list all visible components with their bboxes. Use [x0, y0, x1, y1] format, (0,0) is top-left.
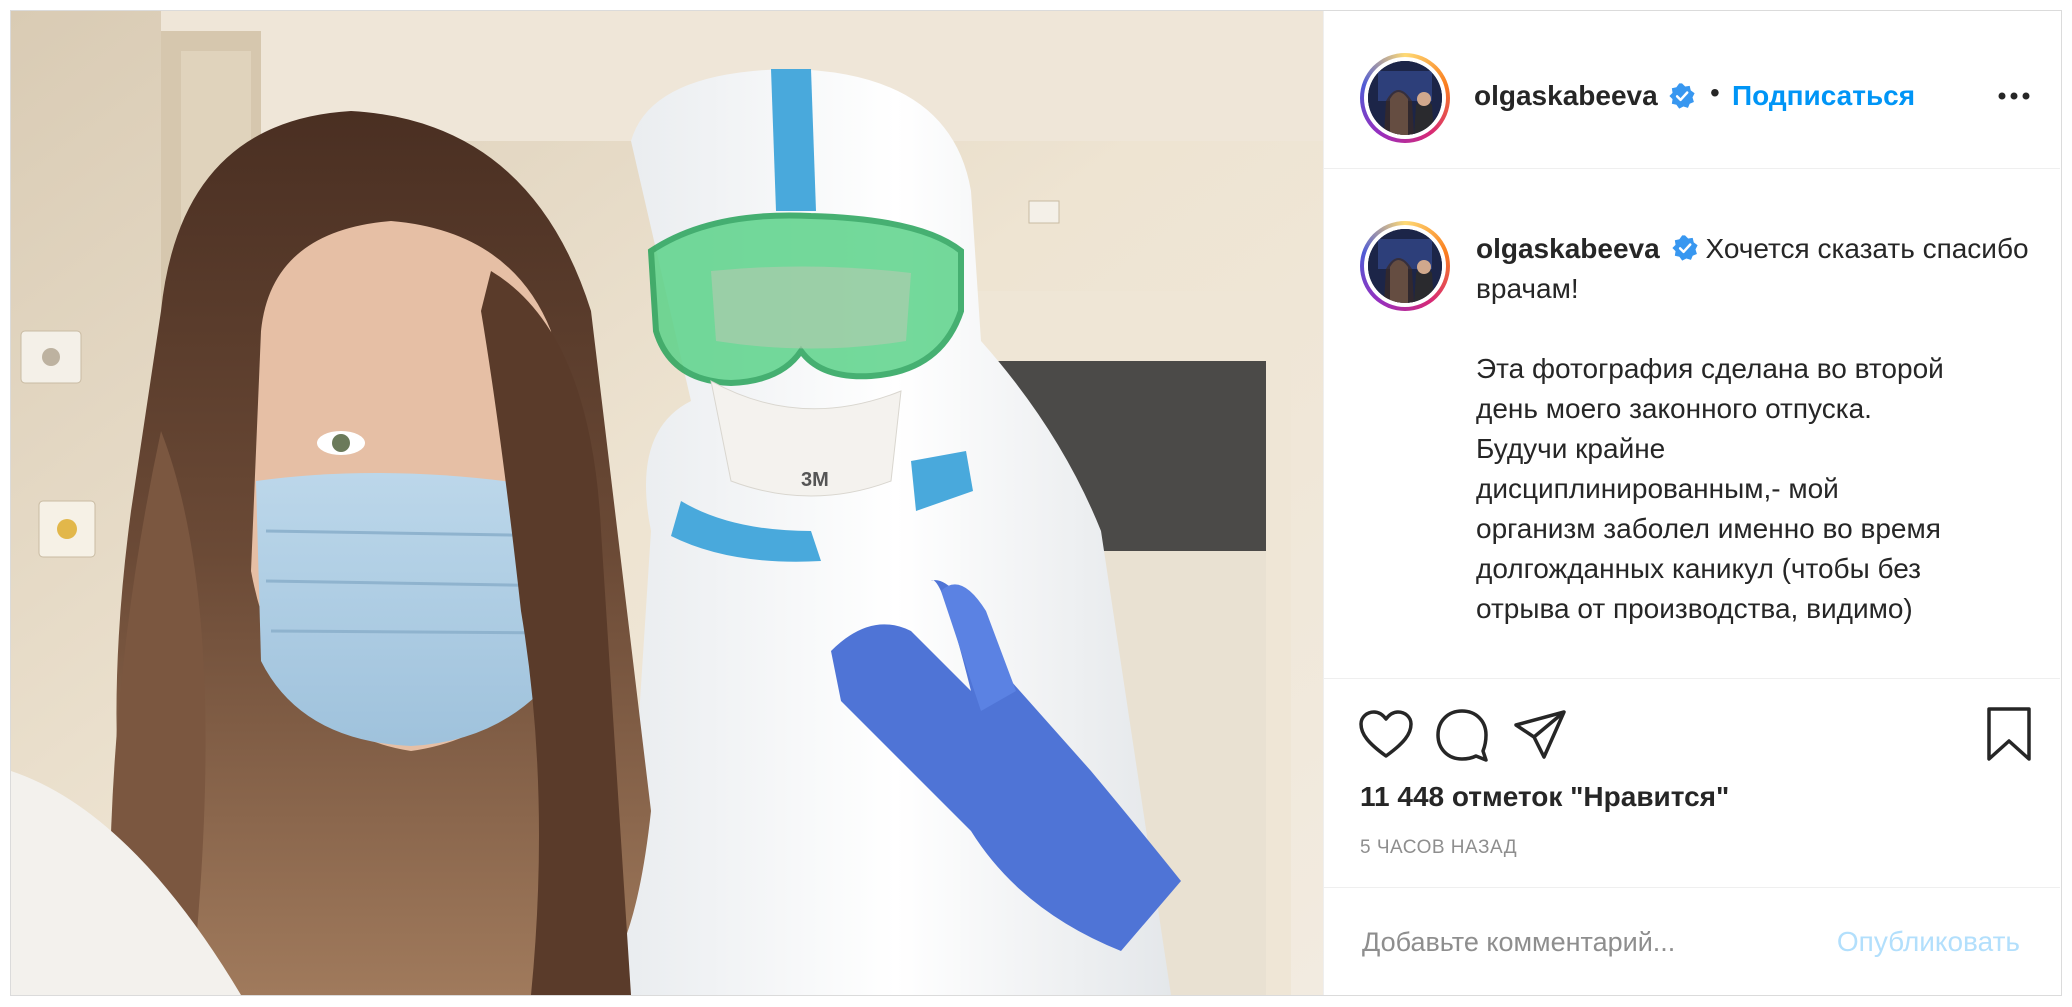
instagram-post: 3M olgaskabeeva • Подписаться olgaskabee…: [10, 10, 2062, 996]
comment-bubble-icon[interactable]: [1434, 707, 1490, 768]
caption-username-link[interactable]: olgaskabeeva: [1476, 233, 1660, 264]
publish-button[interactable]: Опубликовать: [1837, 926, 2020, 958]
caption-line: день моего законного отпуска.: [1476, 393, 1872, 424]
post-actions: 11 448 отметок "Нравится" 5 ЧАСОВ НАЗАД …: [1324, 679, 2060, 995]
caption-line: организм заболел именно во время: [1476, 513, 1941, 544]
svg-text:3M: 3M: [801, 469, 829, 491]
comment-input[interactable]: [1360, 924, 1800, 960]
caption-line: Будучи крайне: [1476, 433, 1666, 464]
post-side-panel: olgaskabeeva • Подписаться olgaskabeeva …: [1323, 11, 2061, 995]
avatar-image: [1368, 61, 1442, 135]
username-link[interactable]: olgaskabeeva: [1474, 80, 1658, 112]
likes-count[interactable]: 11 448 отметок "Нравится": [1360, 781, 1729, 813]
separator-dot: •: [1710, 77, 1720, 108]
caption-section: olgaskabeeva Хочется сказать спасибо вра…: [1324, 169, 2060, 679]
verified-badge-icon: [1669, 83, 1695, 109]
post-timestamp[interactable]: 5 ЧАСОВ НАЗАД: [1360, 837, 1517, 859]
post-photo-image: 3M: [11, 11, 1323, 995]
caption-line: дисциплинированным,- мой: [1476, 473, 1839, 504]
comment-form: Опубликовать: [1324, 887, 2060, 995]
post-header: olgaskabeeva • Подписаться: [1324, 11, 2060, 169]
caption-first-line: olgaskabeeva Хочется сказать спасибо вра…: [1476, 229, 2036, 309]
caption-line: Эта фотография сделана во второй: [1476, 353, 1944, 384]
more-options-icon[interactable]: [1994, 79, 2034, 113]
follow-button[interactable]: Подписаться: [1732, 80, 1915, 112]
paper-plane-icon[interactable]: [1512, 707, 1568, 768]
heart-icon[interactable]: [1358, 709, 1414, 766]
post-caption: olgaskabeeva Хочется сказать спасибо вра…: [1476, 229, 2036, 629]
verified-badge-icon: [1672, 235, 1699, 261]
caption-avatar[interactable]: [1360, 221, 1450, 311]
bookmark-icon[interactable]: [1984, 705, 2034, 768]
avatar[interactable]: [1360, 53, 1450, 143]
caption-line: долгожданных каникул (чтобы без: [1476, 553, 1922, 584]
post-photo[interactable]: 3M: [11, 11, 1323, 995]
avatar-image: [1368, 229, 1442, 303]
caption-line: отрыва от производства, видимо): [1476, 593, 1913, 624]
